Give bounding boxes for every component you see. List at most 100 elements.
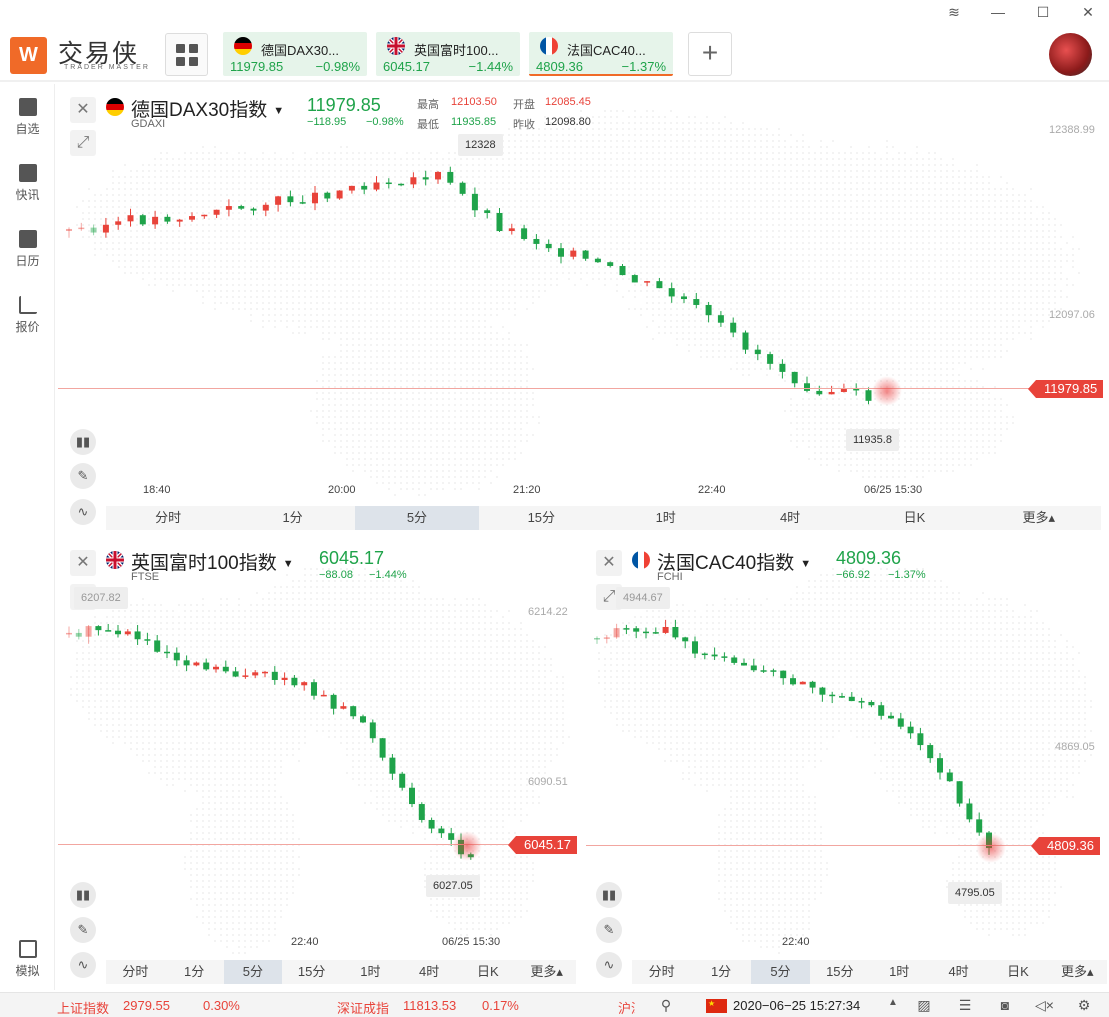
tab-timeframe[interactable]: 1时 <box>604 506 728 530</box>
candle-body <box>731 657 738 663</box>
tab-timeframe[interactable]: 日K <box>852 506 976 530</box>
settings-icon[interactable]: ⚙ <box>1075 997 1093 1013</box>
live-price-glow <box>872 376 902 406</box>
indicator-icon[interactable]: ∿ <box>596 952 622 978</box>
x-axis-tick: 22:40 <box>698 484 726 496</box>
sidebar-item-simulate[interactable]: 模拟 <box>0 940 55 979</box>
candle-body <box>124 631 131 635</box>
indicator-icon[interactable]: ∿ <box>70 952 96 978</box>
layers-icon[interactable]: ≋ <box>944 4 964 21</box>
candle-body <box>760 670 767 672</box>
tab-timeframe[interactable]: 分时 <box>106 506 230 530</box>
tab-timeframe[interactable]: 5分 <box>354 506 480 530</box>
sidebar-item-news[interactable]: 快讯 <box>0 164 55 203</box>
add-tab-button[interactable]: + <box>688 32 732 76</box>
tab-timeframe[interactable]: 更多▴ <box>1048 960 1107 984</box>
candle-body <box>320 694 327 697</box>
close-panel-button[interactable]: ✕ <box>596 550 622 576</box>
candle-body <box>533 238 540 244</box>
candle-body <box>139 215 146 225</box>
chevron-down-icon[interactable]: ▼ <box>273 105 284 117</box>
layout-grid-button[interactable] <box>165 33 208 76</box>
candle-body <box>868 701 875 706</box>
candle-body <box>976 819 983 833</box>
avatar[interactable] <box>1049 33 1092 76</box>
candlestick-chart[interactable] <box>58 538 582 938</box>
tab-timeframe[interactable]: 日K <box>459 960 518 984</box>
candle-body <box>164 216 171 222</box>
candle-body <box>144 639 151 641</box>
candle-body <box>750 665 757 671</box>
tab-timeframe[interactable]: 15分 <box>810 960 869 984</box>
chevron-down-icon[interactable]: ▼ <box>800 558 811 570</box>
tab-cac40[interactable]: 法国CAC40... 4809.36 −1.37% <box>529 32 673 76</box>
candle-body <box>619 265 626 276</box>
close-window-button[interactable]: ✕ <box>1078 4 1098 21</box>
candle-body <box>672 626 679 638</box>
y-axis-tick: 4869.05 <box>1055 741 1095 753</box>
caret-up-icon[interactable]: ▲ <box>884 997 902 1013</box>
candle-body <box>770 670 777 672</box>
tab-timeframe[interactable]: 1分 <box>165 960 224 984</box>
tab-timeframe[interactable]: 1分 <box>691 960 750 984</box>
candlestick-chart[interactable] <box>58 86 1109 486</box>
pencil-icon[interactable]: ✎ <box>70 917 96 943</box>
sidebar-item-calendar[interactable]: 日历 <box>0 230 55 269</box>
tab-timeframe[interactable]: 1分 <box>230 506 354 530</box>
link-icon[interactable]: ⚲ <box>657 997 675 1013</box>
candle-body <box>252 672 259 676</box>
candle-body <box>262 204 269 211</box>
close-panel-button[interactable]: ✕ <box>70 97 96 123</box>
sh-index-label[interactable]: 上证指数 <box>57 998 109 1017</box>
candle-type-button[interactable]: ▮▮ <box>596 882 622 908</box>
candle-body <box>350 706 357 717</box>
x-axis-tick: 21:20 <box>513 484 541 496</box>
sidebar-item-watchlist[interactable]: 自选 <box>0 98 55 137</box>
tab-timeframe[interactable]: 分时 <box>632 960 691 984</box>
tab-timeframe[interactable]: 更多▴ <box>517 960 576 984</box>
tab-name: 法国CAC40... <box>567 43 646 58</box>
candle-body <box>222 666 229 672</box>
candle-body <box>701 653 708 656</box>
x-axis-tick: 18:40 <box>143 484 171 496</box>
menu-list-icon[interactable]: ☰ <box>956 997 974 1013</box>
tab-timeframe[interactable]: 1时 <box>870 960 929 984</box>
tab-timeframe[interactable]: 4时 <box>728 506 852 530</box>
tab-timeframe[interactable]: 15分 <box>282 960 341 984</box>
tab-timeframe[interactable]: 分时 <box>106 960 165 984</box>
tab-ftse100[interactable]: 英国富时100... 6045.17 −1.44% <box>376 32 520 76</box>
minimize-button[interactable]: — <box>988 4 1008 20</box>
mute-icon[interactable]: ◁× <box>1035 997 1054 1013</box>
tab-dax30[interactable]: 德国DAX30... 11979.85 −0.98% <box>223 32 367 76</box>
tab-timeframe[interactable]: 1时 <box>341 960 400 984</box>
chevron-down-icon[interactable]: ▼ <box>283 558 294 570</box>
pencil-icon[interactable]: ✎ <box>596 917 622 943</box>
candle-body <box>164 651 170 654</box>
candle-type-button[interactable]: ▮▮ <box>70 882 96 908</box>
maximize-button[interactable]: ☐ <box>1033 4 1053 21</box>
indicator-icon[interactable]: ∿ <box>70 499 96 525</box>
no-chart-icon[interactable]: ▨ <box>915 997 933 1013</box>
sidebar-item-quotes[interactable]: 报价 <box>0 296 55 335</box>
candle-body <box>189 216 195 220</box>
sz-index-value: 11813.53 <box>403 998 457 1013</box>
tab-timeframe[interactable]: 15分 <box>479 506 603 530</box>
candle-type-button[interactable]: ▮▮ <box>70 429 96 455</box>
sz-index-label[interactable]: 深证成指 <box>337 998 389 1017</box>
pencil-icon[interactable]: ✎ <box>70 463 96 489</box>
tab-timeframe[interactable]: 4时 <box>929 960 988 984</box>
tab-timeframe[interactable]: 更多▴ <box>977 506 1101 530</box>
close-panel-button[interactable]: ✕ <box>70 550 96 576</box>
more-index-label[interactable]: 沪深 <box>618 998 635 1017</box>
tab-timeframe[interactable]: 日K <box>988 960 1047 984</box>
expand-panel-button[interactable]: ⤢ <box>70 130 96 156</box>
tab-timeframe[interactable]: 5分 <box>223 960 283 984</box>
timeframe-bar: 分时 1分 5分 15分 1时 4时 日K 更多▴ <box>632 960 1107 984</box>
tab-timeframe[interactable]: 5分 <box>750 960 811 984</box>
last-price-tag: 4809.36 <box>1031 837 1100 855</box>
brand-subtitle: TRADER MASTER <box>64 64 150 71</box>
tab-timeframe[interactable]: 4时 <box>400 960 459 984</box>
candle-body <box>399 773 406 788</box>
camera-icon[interactable]: ◙ <box>996 997 1014 1013</box>
candle-body <box>369 722 376 739</box>
